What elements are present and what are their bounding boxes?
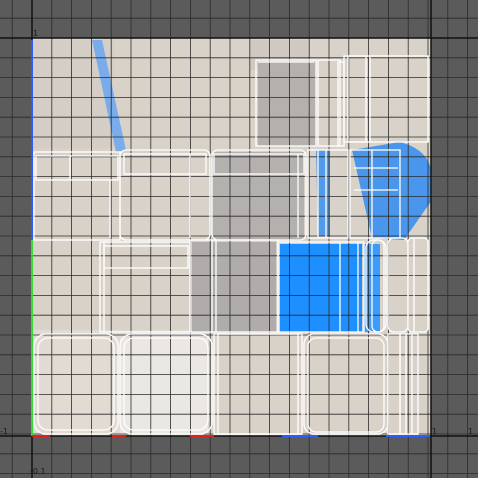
uv-editor-viewport[interactable]: 1 -0.1 -1 1 1 [0,0,478,478]
uv-editor-canvas[interactable]: 1 -0.1 -1 1 1 [0,0,478,478]
selected-face-blue[interactable] [280,244,380,332]
label-v-one: 1 [33,29,38,38]
label-u-origin: -1 [0,427,8,436]
label-v-negative: -0.1 [30,467,46,476]
label-u-edge: 1 [468,427,473,436]
label-u-one: 1 [432,427,437,436]
